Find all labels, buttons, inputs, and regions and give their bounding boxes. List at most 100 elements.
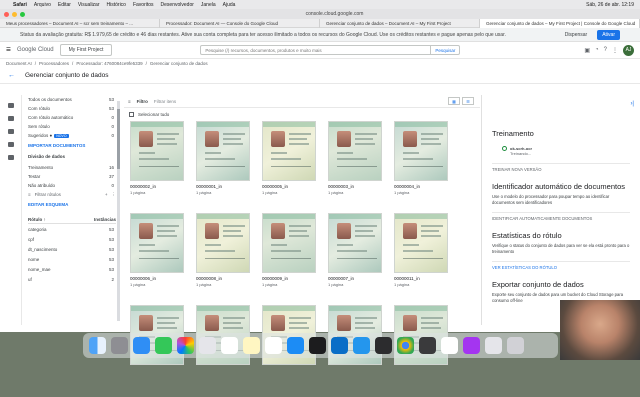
- photos-icon[interactable]: [177, 337, 194, 354]
- menu-historico[interactable]: Histórico: [107, 2, 126, 8]
- document-card[interactable]: 00000008_in 1 página: [196, 213, 250, 305]
- count-all[interactable]: Todos os documentos 53: [28, 95, 116, 104]
- zoom-window-button[interactable]: [20, 11, 25, 17]
- edit-schema-button[interactable]: EDITAR ESQUEMA: [28, 199, 116, 209]
- document-card[interactable]: 00000007_in 1 página: [328, 213, 382, 305]
- calendar-icon[interactable]: [221, 337, 238, 354]
- messages-icon[interactable]: [155, 337, 172, 354]
- sidebar-scrollbar[interactable]: [117, 101, 120, 321]
- chrome-icon[interactable]: [397, 337, 414, 354]
- browser-tab-active[interactable]: Gerenciar conjunto de dados – My First P…: [480, 18, 640, 28]
- menu-favoritos[interactable]: Favoritos: [133, 2, 154, 8]
- breadcrumb-processor[interactable]: Processador: 4760084ce9fe5339: [76, 61, 142, 66]
- document-card[interactable]: 00000005_in 1 página: [262, 121, 316, 213]
- reminders-icon[interactable]: [265, 337, 282, 354]
- document-thumbnail[interactable]: [196, 213, 250, 273]
- document-thumbnail[interactable]: [130, 213, 184, 273]
- menu-arquivo[interactable]: Arquivo: [34, 2, 51, 8]
- activate-button[interactable]: Ativar: [597, 29, 620, 40]
- menubar-datetime[interactable]: Sáb, 26 de abr. 12:19: [586, 2, 634, 8]
- select-all-row[interactable]: Selecionar tudo: [124, 108, 480, 121]
- close-window-button[interactable]: [4, 11, 9, 17]
- google-cloud-logo[interactable]: Google Cloud: [17, 47, 54, 53]
- split-train[interactable]: Treinamento 16: [28, 163, 116, 172]
- notifications-icon[interactable]: ◔: [595, 47, 599, 53]
- label-row[interactable]: cpf 53: [28, 234, 116, 244]
- document-thumbnail[interactable]: [328, 121, 382, 181]
- terminal-alt-icon[interactable]: [375, 337, 392, 354]
- safari-icon[interactable]: [133, 337, 150, 354]
- document-thumbnail[interactable]: [328, 213, 382, 273]
- column-label[interactable]: Rótulo ↑: [28, 217, 46, 222]
- import-documents-button[interactable]: IMPORTAR DOCUMENTOS: [28, 140, 116, 150]
- menu-desenvolvedor[interactable]: Desenvolvedor: [161, 2, 194, 8]
- view-label-stats-button[interactable]: VER ESTATÍSTICAS DO RÓTULO: [492, 261, 630, 270]
- minimize-window-button[interactable]: [12, 11, 17, 17]
- more-vert-icon[interactable]: ⋮: [612, 47, 618, 54]
- label-row[interactable]: nome 53: [28, 254, 116, 264]
- document-card[interactable]: 00000003_in 1 página: [328, 121, 382, 213]
- add-icon[interactable]: +: [105, 192, 108, 197]
- label-filter-input[interactable]: Filtrar rótulos: [35, 192, 61, 197]
- trash-icon[interactable]: [507, 337, 524, 354]
- document-card[interactable]: 00000006_in 1 página: [130, 213, 184, 305]
- scrollbar-thumb[interactable]: [117, 109, 120, 169]
- udemy-icon[interactable]: [463, 337, 480, 354]
- label-row[interactable]: uf 2: [28, 274, 116, 284]
- app-icon[interactable]: [485, 337, 502, 354]
- browser-tab[interactable]: Gerenciar conjunto de dados – Document A…: [320, 18, 480, 28]
- document-thumbnail[interactable]: [196, 121, 250, 181]
- help-icon[interactable]: ●: [50, 133, 53, 138]
- document-thumbnail[interactable]: [262, 213, 316, 273]
- nav-icon-workbench[interactable]: [7, 116, 14, 121]
- nav-icon-settings[interactable]: [7, 155, 14, 160]
- document-thumbnail[interactable]: [130, 121, 184, 181]
- document-thumbnail[interactable]: [394, 213, 448, 273]
- document-thumbnail[interactable]: [394, 121, 448, 181]
- dismiss-button[interactable]: Dispensar: [565, 32, 588, 38]
- count-autolabeled[interactable]: Com rótulo automático 0: [28, 113, 116, 122]
- address-bar[interactable]: console.cloud.google.com: [306, 11, 364, 17]
- auto-identify-button[interactable]: IDENTIFICAR AUTOMATICAMENTE DOCUMENTOS: [492, 212, 630, 221]
- launchpad-icon[interactable]: [111, 337, 128, 354]
- grid-view-icon[interactable]: ▦: [448, 97, 460, 105]
- search-button[interactable]: Pesquisar: [430, 46, 459, 55]
- docker-icon[interactable]: [353, 337, 370, 354]
- split-test[interactable]: Testar 37: [28, 172, 116, 181]
- app-store-icon[interactable]: [287, 337, 304, 354]
- nav-icon-evaluate[interactable]: [7, 142, 14, 147]
- nav-icon-dataset[interactable]: [7, 129, 14, 134]
- count-unlabeled[interactable]: Sem rótulo 0: [28, 122, 116, 131]
- cloud-shell-icon[interactable]: ▣: [584, 47, 590, 54]
- collapse-panel-icon[interactable]: ›|: [630, 101, 634, 107]
- vscode-icon[interactable]: [331, 337, 348, 354]
- document-card[interactable]: 00000009_in 1 página: [262, 213, 316, 305]
- label-filter[interactable]: ≡ Filtrar rótulos + ⋮: [28, 190, 116, 199]
- list-view-icon[interactable]: ☰: [462, 97, 474, 105]
- count-labeled[interactable]: Com rótulo 53: [28, 104, 116, 113]
- finder-icon[interactable]: [89, 337, 106, 354]
- browser-tab[interactable]: Processador: Document AI — Console do Go…: [160, 18, 320, 28]
- document-card[interactable]: 00000001_in 1 página: [196, 121, 250, 213]
- search-input[interactable]: Pesquise (/) recursos, documentos, produ…: [200, 45, 461, 55]
- breadcrumb-document-ai[interactable]: Document AI: [6, 61, 32, 66]
- train-new-version-button[interactable]: TREINAR NOVA VERSÃO: [492, 163, 630, 172]
- terminal-icon[interactable]: [309, 337, 326, 354]
- finder-alt-icon[interactable]: [199, 337, 216, 354]
- select-all-checkbox[interactable]: [129, 112, 134, 117]
- menu-visualizar[interactable]: Visualizar: [78, 2, 100, 8]
- browser-tab[interactable]: Meus processadores – Document AI – scr s…: [0, 18, 160, 28]
- menu-editar[interactable]: Editar: [58, 2, 71, 8]
- filter-icon[interactable]: ≡: [128, 99, 131, 104]
- breadcrumb-processors[interactable]: Processadores: [39, 61, 69, 66]
- document-card[interactable]: 00000002_in 1 página: [130, 121, 184, 213]
- avatar[interactable]: AJ: [623, 44, 634, 56]
- label-row[interactable]: categoria 53: [28, 224, 116, 234]
- document-card[interactable]: 00000004_in 1 página: [394, 121, 448, 213]
- label-row[interactable]: dt_nascimento 53: [28, 244, 116, 254]
- back-arrow-icon[interactable]: ←: [8, 72, 15, 79]
- project-picker-button[interactable]: My First Project: [59, 44, 113, 56]
- help-icon[interactable]: ?: [604, 47, 607, 53]
- sort-arrow-icon[interactable]: ↑: [44, 217, 46, 222]
- menu-janela[interactable]: Janela: [201, 2, 216, 8]
